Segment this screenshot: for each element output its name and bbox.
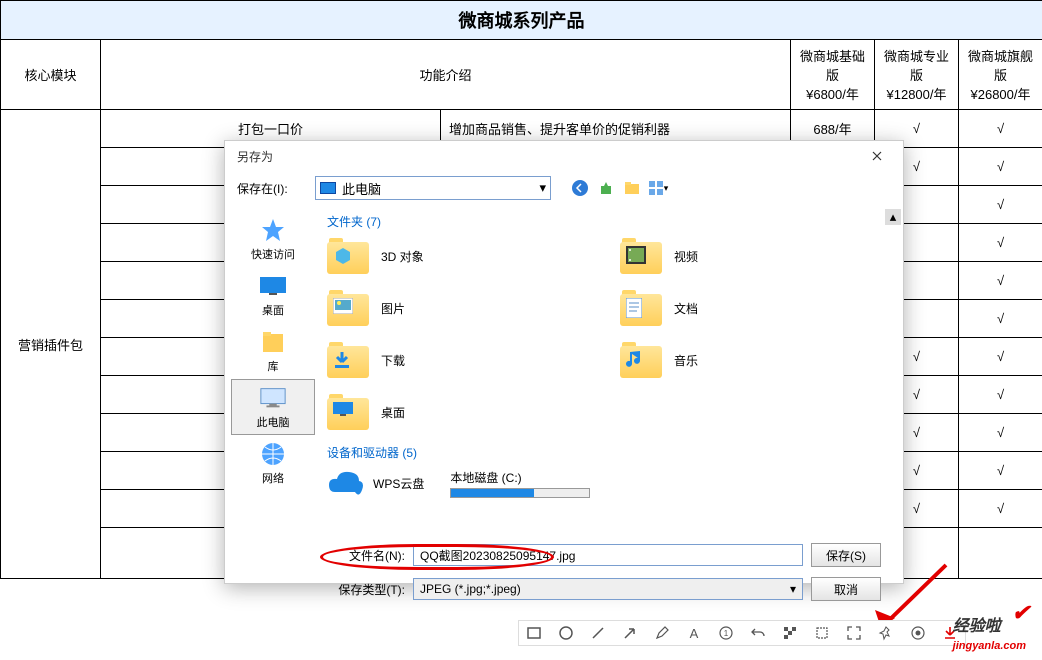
line-tool-icon[interactable]: [589, 624, 607, 642]
place-network[interactable]: 网络: [231, 435, 315, 491]
places-bar: 快速访问 桌面 库 此电脑 网络: [225, 205, 321, 535]
filename-input[interactable]: [413, 544, 803, 566]
rect-tool-icon[interactable]: [525, 624, 543, 642]
folders-section-header: 文件夹 (7): [327, 213, 893, 230]
scroll-up-button[interactable]: ▴: [885, 209, 901, 225]
folder-documents[interactable]: 文档: [620, 290, 893, 326]
watermark: ✔ 经验啦 jingyanla.com: [953, 612, 1026, 654]
col-feature: 功能介绍: [101, 40, 791, 110]
filetype-combo[interactable]: JPEG (*.jpg;*.jpeg)▾: [413, 578, 803, 600]
view-menu-button[interactable]: ▾: [647, 177, 669, 199]
record-icon[interactable]: [909, 624, 927, 642]
arrow-tool-icon[interactable]: [621, 624, 639, 642]
col-module: 核心模块: [1, 40, 101, 110]
folder-pictures[interactable]: 图片: [327, 290, 600, 326]
file-list-pane[interactable]: ▴ 文件夹 (7) 3D 对象 视频 图片 文档 下载 音乐 桌面 设备和驱动器…: [321, 205, 903, 535]
filetype-label: 保存类型(T):: [325, 581, 405, 598]
drive-c[interactable]: 本地磁盘 (C:): [450, 469, 590, 498]
location-text: 此电脑: [342, 179, 381, 198]
circle-tool-icon[interactable]: [557, 624, 575, 642]
place-desktop[interactable]: 桌面: [231, 267, 315, 323]
folder-videos[interactable]: 视频: [620, 238, 893, 274]
drives-section-header: 设备和驱动器 (5): [327, 444, 893, 461]
location-combo[interactable]: 此电脑 ▾: [315, 176, 551, 200]
folder-desktop[interactable]: 桌面: [327, 394, 600, 430]
col-plan-c: 微商城旗舰版¥26800/年: [959, 40, 1042, 110]
crop-tool-icon[interactable]: [813, 624, 831, 642]
text-tool-icon[interactable]: A: [685, 624, 703, 642]
folder-3d-objects[interactable]: 3D 对象: [327, 238, 600, 274]
save-button[interactable]: 保存(S): [811, 543, 881, 567]
mosaic-tool-icon[interactable]: [781, 624, 799, 642]
col-plan-a: 微商城基础版¥6800/年: [791, 40, 875, 110]
check-icon: ✔: [1012, 600, 1030, 626]
pin-icon[interactable]: [877, 624, 895, 642]
chevron-down-icon: ▾: [539, 180, 546, 196]
new-folder-button[interactable]: [621, 177, 643, 199]
svg-text:1: 1: [724, 629, 729, 638]
module-cell: 营销插件包: [1, 110, 101, 579]
dialog-title: 另存为: [237, 148, 273, 165]
save-as-dialog: 另存为 保存在(I): 此电脑 ▾ ▾ 快速访问 桌面 库 此电脑 网络 ▴ 文…: [224, 140, 904, 584]
close-button[interactable]: [863, 142, 891, 170]
save-in-label: 保存在(I):: [237, 180, 307, 197]
pen-tool-icon[interactable]: [653, 624, 671, 642]
counter-tool-icon[interactable]: 1: [717, 624, 735, 642]
col-plan-b: 微商城专业版¥12800/年: [875, 40, 959, 110]
cancel-button[interactable]: 取消: [811, 577, 881, 601]
fullscreen-icon[interactable]: [845, 624, 863, 642]
pc-icon: [320, 182, 336, 194]
screenshot-toolbar: A 1: [518, 620, 966, 646]
chevron-down-icon: ▾: [790, 582, 796, 596]
place-library[interactable]: 库: [231, 323, 315, 379]
folder-music[interactable]: 音乐: [620, 342, 893, 378]
back-button[interactable]: [569, 177, 591, 199]
page-title: 微商城系列产品: [1, 1, 1042, 40]
drive-wps[interactable]: WPS云盘: [327, 470, 424, 498]
place-quick-access[interactable]: 快速访问: [231, 211, 315, 267]
place-this-pc[interactable]: 此电脑: [231, 379, 315, 435]
undo-icon[interactable]: [749, 624, 767, 642]
folder-downloads[interactable]: 下载: [327, 342, 600, 378]
up-button[interactable]: [595, 177, 617, 199]
filename-label: 文件名(N):: [325, 547, 405, 564]
